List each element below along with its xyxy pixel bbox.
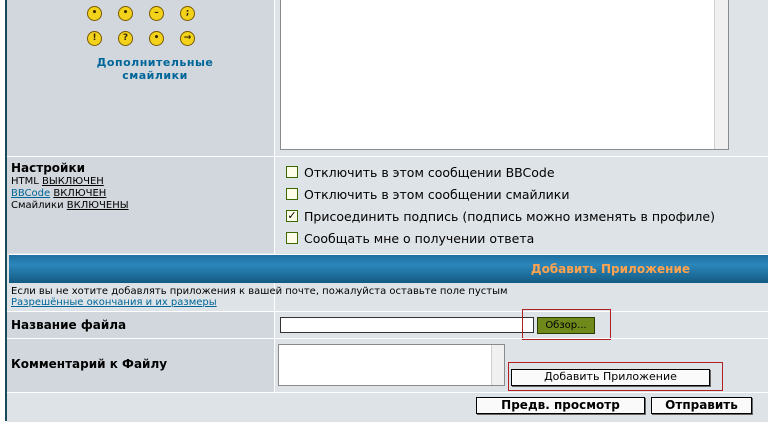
html-label: HTML <box>11 176 39 187</box>
exclaim-icon[interactable]: ! <box>87 31 102 46</box>
more-smilies-line2: смайлики <box>122 69 188 82</box>
disable-smilies-label: Отключить в этом сообщении смайлики <box>304 187 570 202</box>
file-comment-textarea[interactable] <box>278 344 505 386</box>
disable-bbcode-label: Отключить в этом сообщении BBCode <box>304 165 555 180</box>
notify-reply-checkbox[interactable] <box>286 232 298 244</box>
smilies-label: Смайлики <box>11 200 64 211</box>
preview-button[interactable]: Предв. просмотр <box>476 397 645 414</box>
comment-label: Комментарий к Файлу <box>11 357 168 371</box>
attachment-header: Добавить Приложение <box>9 254 768 283</box>
smilies-status: Смайлики ВКЛЮЧЕНЫ <box>11 200 129 212</box>
question-icon[interactable]: ? <box>118 31 133 46</box>
filename-label: Название файла <box>11 318 127 332</box>
arrow-icon[interactable]: → <box>180 31 195 46</box>
evil-icon[interactable]: • <box>87 6 102 21</box>
submit-button[interactable]: Отправить <box>651 397 752 414</box>
more-smilies-link[interactable]: Дополнительные смайлики <box>60 56 250 82</box>
notify-reply-label: Сообщать мне о получении ответа <box>304 231 535 246</box>
settings-title: Настройки <box>11 161 86 175</box>
file-path-input[interactable] <box>280 317 534 333</box>
html-status: HTML ВЫКЛЮЧЕН <box>11 176 104 188</box>
comment-scrollbar[interactable] <box>491 345 504 385</box>
divider <box>274 0 275 392</box>
attach-signature-label: Присоединить подпись (подпись можно изме… <box>304 209 715 224</box>
attach-signature-checkbox[interactable]: ✓ <box>286 210 298 222</box>
bbcode-link[interactable]: BBCode <box>11 188 50 199</box>
disable-bbcode-checkbox[interactable] <box>286 166 298 178</box>
more-smilies-line1: Дополнительные <box>96 56 214 69</box>
idea-icon[interactable]: • <box>149 31 164 46</box>
neutral-icon[interactable]: – <box>149 6 164 21</box>
wink-icon[interactable]: ; <box>180 6 195 21</box>
smilies-state: ВКЛЮЧЕНЫ <box>66 200 129 211</box>
html-state: ВЫКЛЮЧЕН <box>42 176 104 187</box>
disable-smilies-checkbox[interactable] <box>286 188 298 200</box>
message-scrollbar[interactable] <box>714 0 728 149</box>
browse-highlight <box>522 309 611 340</box>
attachment-header-title: Добавить Приложение <box>530 262 690 276</box>
add-attachment-highlight <box>508 362 723 391</box>
allowed-extensions-link[interactable]: Разрешённые окончания и их размеры <box>11 297 217 309</box>
bbcode-state: ВКЛЮЧЕН <box>53 188 107 199</box>
twisted-icon[interactable]: • <box>118 6 133 21</box>
bbcode-status: BBCode ВКЛЮЧЕН <box>11 188 106 200</box>
message-textarea[interactable] <box>280 0 729 150</box>
